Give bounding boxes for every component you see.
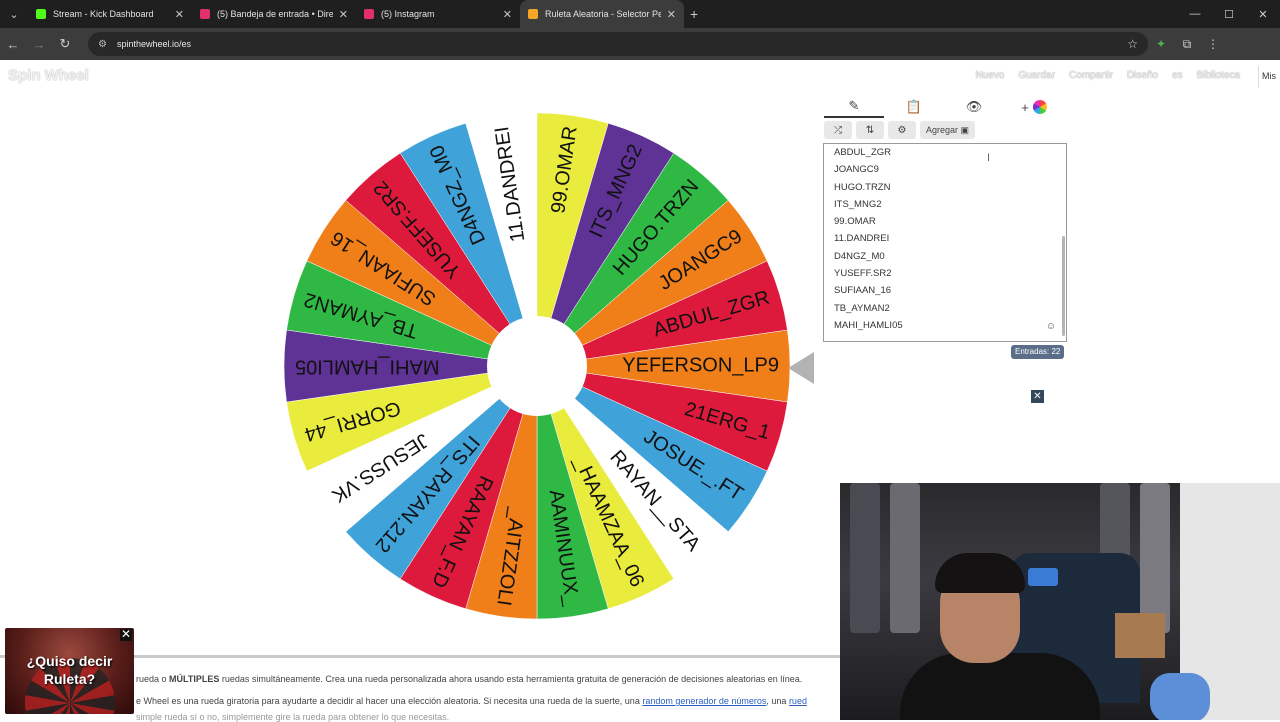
settings-gear-icon[interactable]: ⚙ [888,121,916,139]
browser-tab[interactable]: (5) Instagram ✕ [356,0,520,28]
spin-wheel[interactable]: YEFERSON_LP921ERG_1JOSUE._.FTRAYAN__STA_… [281,110,793,622]
rueda-link[interactable]: rued [789,696,807,706]
emoji-icon[interactable]: ☺ [1046,321,1056,332]
browser-tab[interactable]: Stream - Kick Dashboard ✕ [28,0,192,28]
add-label: Agregar [926,125,959,135]
tab-favicon-icon [528,9,538,19]
wheel-pointer [788,352,814,384]
clothes-rack [850,483,880,633]
info-text-line1: rueda o MÚLTIPLES ruedas simultáneamente… [136,674,803,684]
info-text-line2: e Wheel es una rueda giratoria para ayud… [136,696,807,706]
site-logo[interactable]: Spin Wheel [8,67,89,84]
menu-item[interactable]: Biblioteca [1197,70,1240,81]
editor-actions: ⤮ ⇅ ⚙ Agregar ▣ [824,121,976,139]
clipboard-icon[interactable]: 📋 [884,96,944,118]
entries-textarea[interactable]: ABDUL_ZGR JOANGC9 HUGO.TRZN ITS_MNG2 99.OMAR… [823,143,1067,342]
edit-pencil-icon[interactable]: ✎ [824,96,884,118]
browser-tab[interactable]: (5) Bandeja de entrada • Direct ✕ [192,0,356,28]
menu-item[interactable]: Compartir [1069,70,1113,81]
add-color-button[interactable]: + [1004,96,1064,118]
back-icon[interactable]: ← [0,37,26,52]
tab-strip: Stream - Kick Dashboard ✕ (5) Bandeja de e… [28,0,684,28]
maximize-icon[interactable]: ☐ [1212,8,1246,21]
url-text: spinthewheel.io/es [116,39,192,49]
tab-title: Ruleta Aleatoria - Selector Pers [545,9,661,19]
ad-text: ¿Quiso decir Ruleta? [26,653,113,687]
color-wheel-icon [1032,100,1047,114]
bookmark-star-icon[interactable]: ☆ [1127,37,1138,51]
webcam-overlay [840,483,1280,720]
info-text-line3: simple rueda sí o no, simplemente gire l… [136,712,450,722]
chair-logo [1028,568,1058,586]
menu-item[interactable]: Diseño [1127,70,1158,81]
window-controls: — ☐ ✕ [1178,0,1280,28]
entry-line: D4NGZ_M0 [834,250,885,262]
entry-line: SUFIAAN_16 [834,285,892,297]
entry-line: ABDUL_ZGR [834,147,892,158]
top-menu: Nuevo Guardar Compartir Diseño es Biblioteca [975,70,1240,81]
random-number-link[interactable]: random generador de números [642,696,766,706]
add-image-button[interactable]: Agregar ▣ [920,121,976,139]
forward-icon[interactable]: → [26,37,52,52]
close-icon[interactable]: ✕ [1031,390,1044,403]
mis-button[interactable]: Mis [1258,66,1280,88]
tab-close-icon[interactable]: ✕ [667,8,676,21]
entry-line: YUSEFF.SR2 [834,268,892,280]
minimize-icon[interactable]: — [1178,8,1212,20]
menu-item[interactable]: Guardar [1018,70,1055,81]
tab-favicon-icon [364,9,374,19]
site-info-icon[interactable]: ⚙ [98,39,107,50]
tab-favicon-icon [200,9,210,19]
entry-line: HUGO.TRZN [834,181,891,193]
url-field[interactable]: ⚙ spinthewheel.io/es ☆ [88,32,1148,56]
tab-title: Stream - Kick Dashboard [53,9,154,19]
tab-title: (5) Instagram [381,9,435,19]
cardboard-box [1115,613,1165,658]
new-tab-button[interactable]: + [690,6,698,22]
tab-close-icon[interactable]: ✕ [175,8,184,21]
tab-close-icon[interactable]: ✕ [339,8,348,21]
more-menu-icon[interactable]: ⋮ [1200,37,1226,51]
tab-title: (5) Bandeja de entrada • Direct [217,9,333,19]
menu-item[interactable]: es [1172,70,1183,81]
person-hair [935,553,1025,593]
wheel-segment-label: MAHI_HAMLI05 [295,356,440,378]
entry-line: TB_AYMAN2 [834,302,890,314]
reload-icon[interactable]: ↻ [52,36,78,52]
entries-list: ABDUL_ZGR JOANGC9 HUGO.TRZN ITS_MNG2 99.OMAR… [824,144,1066,334]
clothes-rack [890,483,920,633]
address-bar: ← → ↻ ⚙ spinthewheel.io/es ☆ ✦ ⧉ ⋮ [0,28,1280,60]
wheel-segment-label: YEFERSON_LP9 [622,354,779,376]
tab-close-icon[interactable]: ✕ [503,8,512,21]
menu-item[interactable]: Nuevo [975,70,1004,81]
hide-eye-icon[interactable]: 👁 [944,96,1004,118]
tab-favicon-icon [36,9,46,19]
entry-line: ITS_MNG2 [834,198,882,210]
close-window-icon[interactable]: ✕ [1246,8,1280,21]
extension-icon[interactable]: ✦ [1148,37,1174,51]
tab-search-icon[interactable]: ⌄ [0,0,28,28]
wheel-center[interactable] [487,316,587,416]
entries-scrollbar[interactable] [1062,236,1065,336]
clothes-rack [1140,483,1170,633]
toy-figure [1150,673,1210,720]
entry-line: JOANGC9 [834,164,879,176]
text-cursor-icon: I [987,152,991,164]
browser-tab[interactable]: Ruleta Aleatoria - Selector Pers ✕ [520,0,684,28]
browser-tab-bar: ⌄ Stream - Kick Dashboard ✕ (5) Bandeja de… [0,0,1280,28]
ad-close-icon[interactable]: ✕ [120,628,132,641]
entry-line: MAHI_HAMLI05 [834,319,903,331]
entries-count-badge: Entradas: 22 [1011,345,1065,359]
sort-icon[interactable]: ⇅ [856,121,884,139]
roulette-ad[interactable]: ¿Quiso decir Ruleta? ✕ [5,628,134,714]
editor-tabs: ✎ 📋 👁 + [824,96,1068,118]
shuffle-icon[interactable]: ⤮ [824,121,852,139]
person-body [900,653,1100,720]
entry-line: 11.DANDREI [834,233,890,245]
entry-line: 99.OMAR [834,216,876,228]
extensions-puzzle-icon[interactable]: ⧉ [1174,37,1200,52]
